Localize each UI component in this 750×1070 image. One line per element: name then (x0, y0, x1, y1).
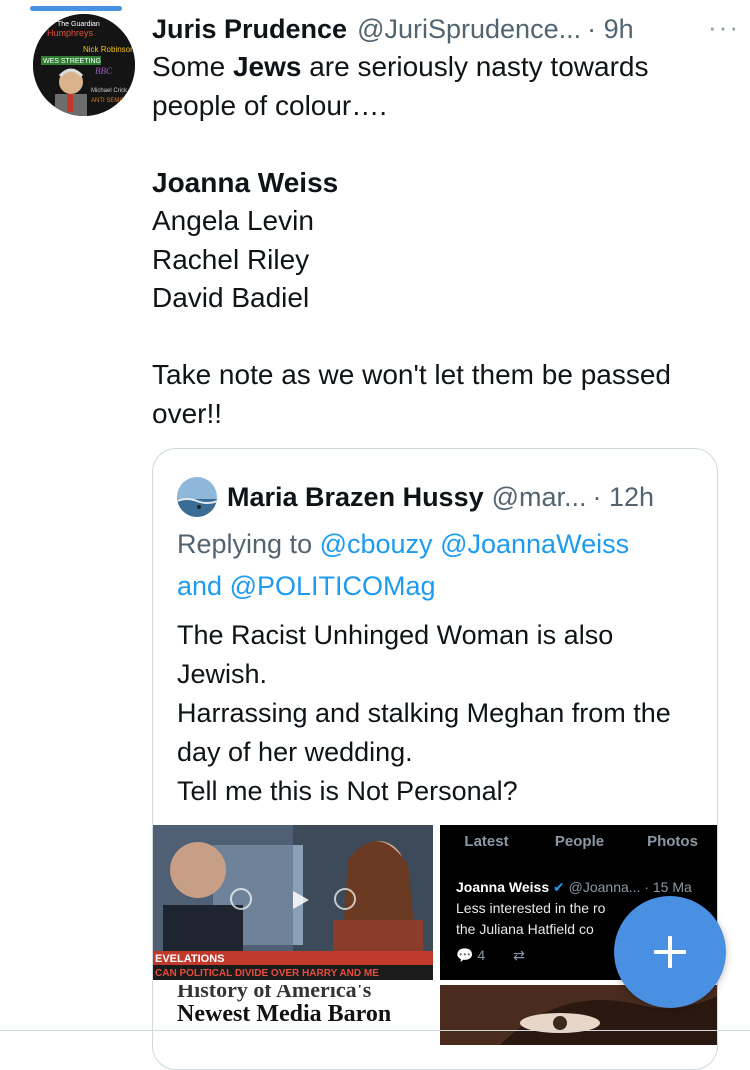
quoted-line-1: The Racist Unhinged Woman is also Jewish… (177, 620, 614, 689)
media-newspaper[interactable]: History of America's Newest Media Baron (153, 985, 433, 1045)
quoted-author-avatar[interactable] (177, 477, 217, 517)
tweet-header: Juris Prudence @JuriSprudence... · 9h ··… (152, 12, 740, 46)
quoted-author-handle[interactable]: @mar... (492, 482, 587, 513)
closing-line: Take note as we won't let them be passed… (152, 359, 671, 429)
quoted-author-name[interactable]: Maria Brazen Hussy (227, 482, 484, 513)
mention-link[interactable]: @JoannaWeiss (440, 529, 629, 559)
quoted-line-3: Tell me this is Not Personal? (177, 776, 518, 806)
replying-to: Replying to @cbouzy @JoannaWeiss and @PO… (177, 529, 630, 601)
avatar-word-4: BBC (95, 66, 113, 76)
avatar-word-0: The Guardian (57, 21, 100, 28)
screenshot-tabs: Latest People Photos (440, 825, 717, 859)
author-name[interactable]: Juris Prudence (152, 14, 347, 45)
quoted-tweet-time[interactable]: · 12h (593, 482, 655, 513)
retweet-icon: ⇄ (513, 947, 525, 963)
avatar-word-5: Michael Crick (91, 88, 128, 94)
embed-actions: 💬 4 ⇄ (456, 947, 525, 964)
tab-photos: Photos (647, 833, 698, 850)
embed-handle: @Joanna... (568, 879, 641, 895)
mention-link[interactable]: @POLITICOMag (230, 571, 436, 601)
bold-word: Jews (232, 51, 302, 82)
more-options-icon[interactable]: ··· (708, 12, 740, 43)
verified-icon: ✔ (553, 879, 565, 895)
tab-people: People (554, 833, 605, 850)
avatar-word-2: Nick Robinson (83, 45, 135, 54)
scroll-indicator (30, 6, 122, 11)
avatar-word-6: ANTI SEMITIS (91, 98, 130, 104)
video-ticker: CAN POLITICAL DIVIDE OVER HARRY AND ME (155, 968, 379, 979)
author-avatar[interactable]: The Guardian Humphreys Nick Robinson WES… (33, 14, 135, 116)
compose-button[interactable] (614, 896, 726, 1008)
avatar-word-1: Humphreys (47, 28, 94, 38)
reply-count: 4 (477, 947, 486, 963)
name-line-3: Rachel Riley (152, 243, 310, 275)
name-line-4: David Badiel (152, 282, 310, 313)
avatar-word-3: WES STREETING (43, 58, 101, 65)
plus-icon (654, 936, 686, 968)
video-caption: EVELATIONS (155, 953, 224, 965)
mention-link[interactable]: @cbouzy (320, 529, 433, 559)
quoted-tweet-header: Maria Brazen Hussy @mar... · 12h (177, 477, 654, 517)
name-line-1: Joanna Weiss (152, 166, 339, 198)
embed-time: · 15 Ma (644, 879, 692, 895)
tweet-line-1: Some Jews are seriously nasty towards pe… (152, 51, 649, 121)
author-handle[interactable]: @JuriSprudence... (357, 14, 581, 45)
name-line-2: Angela Levin (152, 205, 314, 236)
tweet-time[interactable]: · 9h (587, 14, 634, 45)
quoted-tweet-text: The Racist Unhinged Woman is also Jewish… (177, 616, 697, 811)
tab-latest: Latest (464, 833, 509, 850)
quoted-line-2: Harrassing and stalking Meghan from the … (177, 698, 671, 767)
embed-name: Joanna Weiss (456, 879, 550, 895)
and-text: and (177, 571, 223, 601)
newspaper-caption: Newest Media Baron (177, 1001, 392, 1027)
media-video[interactable]: EVELATIONS CAN POLITICAL DIVIDE OVER HAR… (153, 825, 433, 980)
divider (0, 1030, 750, 1031)
reply-icon: 💬 4 (456, 947, 486, 963)
tweet-text: Some Jews are seriously nasty towards pe… (152, 48, 732, 433)
